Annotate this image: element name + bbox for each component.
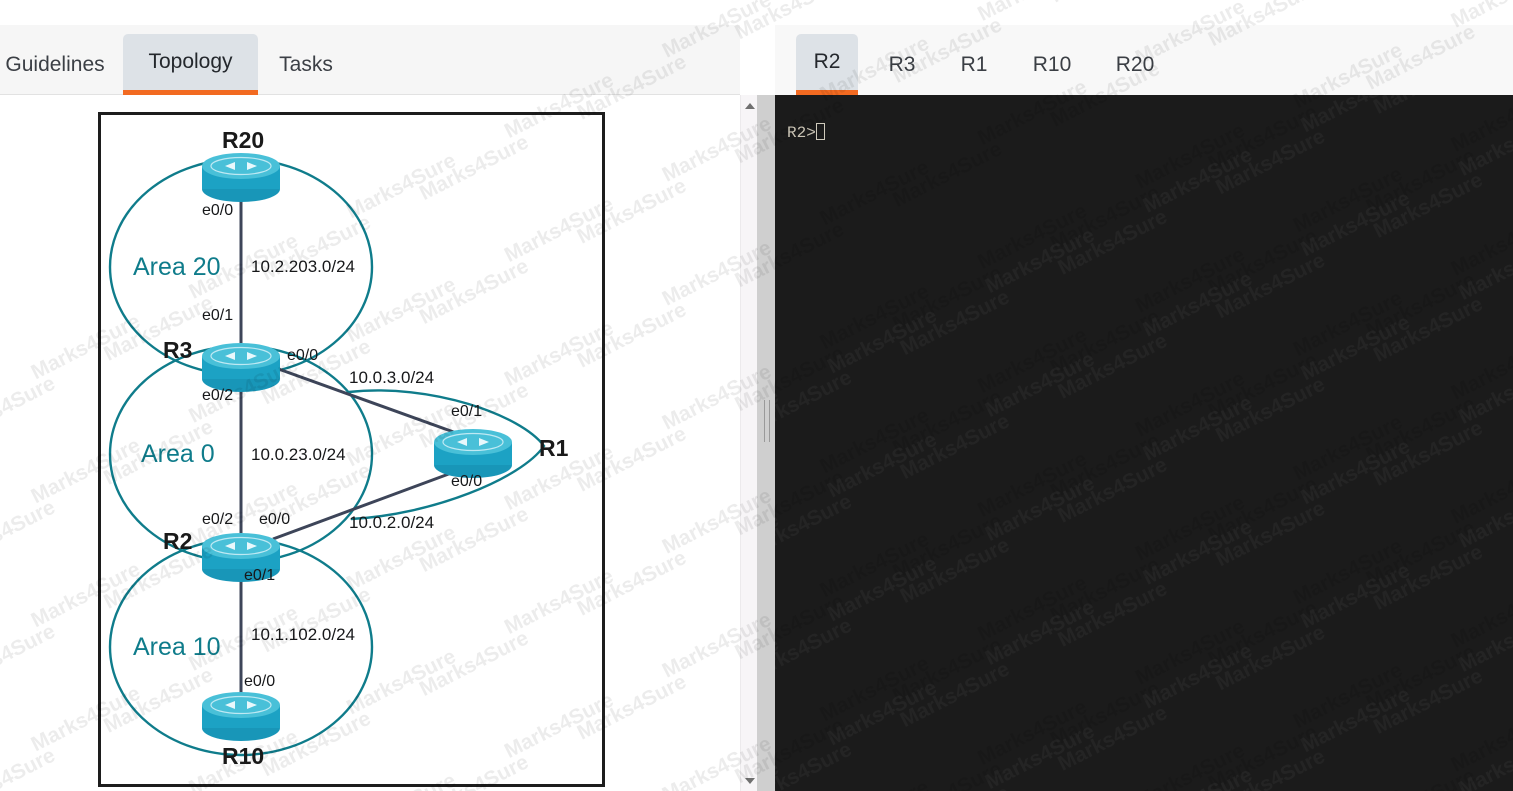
watermark-text: Marks4SureMarks4SureMarks4SureMarks4Sure… — [775, 95, 1513, 522]
watermark-overlay-terminal: Marks4SureMarks4SureMarks4SureMarks4Sure… — [775, 95, 1513, 791]
interface-label-r1-e0-1: e0/1 — [451, 403, 483, 420]
router-label-r1: R1 — [539, 435, 569, 461]
terminal-output: R2> — [787, 123, 825, 142]
tab-device-r2[interactable]: R2 — [796, 34, 858, 95]
tab-device-r1[interactable]: R1 — [943, 34, 1005, 95]
router-label-r3: R3 — [163, 337, 193, 363]
tab-device-r1-label: R1 — [960, 52, 988, 76]
interface-label-r2-e0-2: e0/2 — [202, 511, 234, 528]
interface-label-r2-e0-0: e0/0 — [259, 511, 291, 528]
interface-label-r3-e0-0: e0/0 — [287, 347, 319, 364]
topology-scroll-area: Area 20 Area 0 Area 10 R20 R3 R1 R2 R10 … — [0, 95, 740, 791]
watermark-text: Marks4SureMarks4SureMarks4SureMarks4Sure… — [775, 440, 1513, 791]
interface-label-r2-e0-1: e0/1 — [244, 567, 276, 584]
router-icon-r3[interactable] — [202, 343, 280, 392]
tab-topology[interactable]: Topology — [123, 34, 258, 95]
router-icon-r20[interactable] — [202, 153, 280, 202]
tab-device-r2-label: R2 — [813, 50, 841, 73]
topology-diagram: Area 20 Area 0 Area 10 R20 R3 R1 R2 R10 … — [98, 112, 605, 787]
network-label-10-0-23-0: 10.0.23.0/24 — [251, 445, 346, 464]
terminal-cursor — [815, 123, 825, 140]
left-tab-bar: Guidelines Topology Tasks — [0, 25, 740, 95]
network-label-10-0-2-0: 10.0.2.0/24 — [349, 513, 435, 532]
interface-label-r1-e0-0: e0/0 — [451, 473, 483, 490]
tab-guidelines-label: Guidelines — [5, 52, 105, 76]
area-label-area0: Area 0 — [141, 440, 215, 468]
interface-label-r3-e0-2: e0/2 — [202, 387, 234, 404]
area-label-area20: Area 20 — [133, 253, 221, 281]
watermark-text: Marks4SureMarks4SureMarks4SureMarks4Sure… — [775, 95, 1513, 646]
router-label-r2: R2 — [163, 528, 193, 554]
tab-device-r3-label: R3 — [888, 52, 916, 76]
tab-device-r3[interactable]: R3 — [871, 34, 933, 95]
tab-topology-label: Topology — [148, 50, 233, 73]
watermark-text: Marks4SureMarks4SureMarks4SureMarks4Sure… — [775, 95, 1513, 791]
tab-device-r10[interactable]: R10 — [1015, 34, 1089, 95]
network-label-10-1-102-0: 10.1.102.0/24 — [251, 625, 355, 644]
router-label-r20: R20 — [222, 127, 265, 153]
router-icon-r1[interactable] — [434, 429, 512, 478]
watermark-text: Marks4SureMarks4SureMarks4SureMarks4Sure… — [775, 95, 1513, 708]
terminal-prompt: R2> — [787, 124, 816, 142]
watermark-text: Marks4SureMarks4SureMarks4SureMarks4Sure… — [775, 502, 1513, 791]
interface-label-r10-e0-0: e0/0 — [244, 673, 276, 690]
watermark-text: Marks4SureMarks4SureMarks4SureMarks4Sure… — [775, 254, 1513, 791]
watermark-text: Marks4SureMarks4SureMarks4SureMarks4Sure… — [775, 192, 1513, 791]
area-label-area10: Area 10 — [133, 633, 221, 661]
watermark-text: Marks4SureMarks4SureMarks4SureMarks4Sure… — [775, 316, 1513, 791]
tab-guidelines[interactable]: Guidelines — [0, 34, 110, 95]
router-label-r10: R10 — [222, 743, 265, 769]
tab-tasks-label: Tasks — [279, 52, 333, 76]
console-terminal[interactable]: R2> Marks4SureMarks4SureMarks4SureMarks4… — [775, 95, 1513, 791]
tab-device-r20[interactable]: R20 — [1098, 34, 1172, 95]
topology-vertical-scrollbar[interactable] — [740, 95, 757, 791]
splitter-grip-icon — [764, 400, 770, 442]
console-panel: R2 R3 R1 R10 R20 R2> Marks4SureMarks4Sur… — [775, 0, 1513, 791]
watermark-text: Marks4SureMarks4SureMarks4SureMarks4Sure… — [775, 95, 1513, 460]
topology-panel: Guidelines Topology Tasks Area 20 Area 0… — [0, 0, 740, 791]
watermark-text: Marks4SureMarks4SureMarks4SureMarks4Sure… — [775, 95, 1513, 770]
watermark-text: Marks4SureMarks4SureMarks4SureMarks4Sure… — [775, 95, 1513, 584]
device-tab-bar: R2 R3 R1 R10 R20 — [775, 25, 1513, 95]
watermark-text: Marks4SureMarks4SureMarks4SureMarks4Sure… — [775, 95, 1513, 791]
watermark-text: Marks4SureMarks4SureMarks4SureMarks4Sure… — [775, 378, 1513, 791]
tab-device-r20-label: R20 — [1115, 52, 1155, 76]
watermark-text: Marks4SureMarks4SureMarks4SureMarks4Sure… — [775, 564, 1513, 791]
scroll-up-arrow-icon[interactable] — [743, 99, 756, 112]
tab-device-r10-label: R10 — [1032, 52, 1072, 76]
interface-label-r20-e0-0: e0/0 — [202, 202, 234, 219]
interface-label-r3-e0-1: e0/1 — [202, 307, 234, 324]
panel-splitter[interactable] — [757, 95, 775, 791]
watermark-text: Marks4SureMarks4SureMarks4SureMarks4Sure… — [775, 130, 1513, 791]
router-icon-r10[interactable] — [202, 692, 280, 741]
network-label-10-2-203-0: 10.2.203.0/24 — [251, 257, 355, 276]
scroll-down-arrow-icon[interactable] — [743, 774, 756, 787]
network-label-10-0-3-0: 10.0.3.0/24 — [349, 368, 435, 387]
tab-tasks[interactable]: Tasks — [273, 34, 339, 95]
